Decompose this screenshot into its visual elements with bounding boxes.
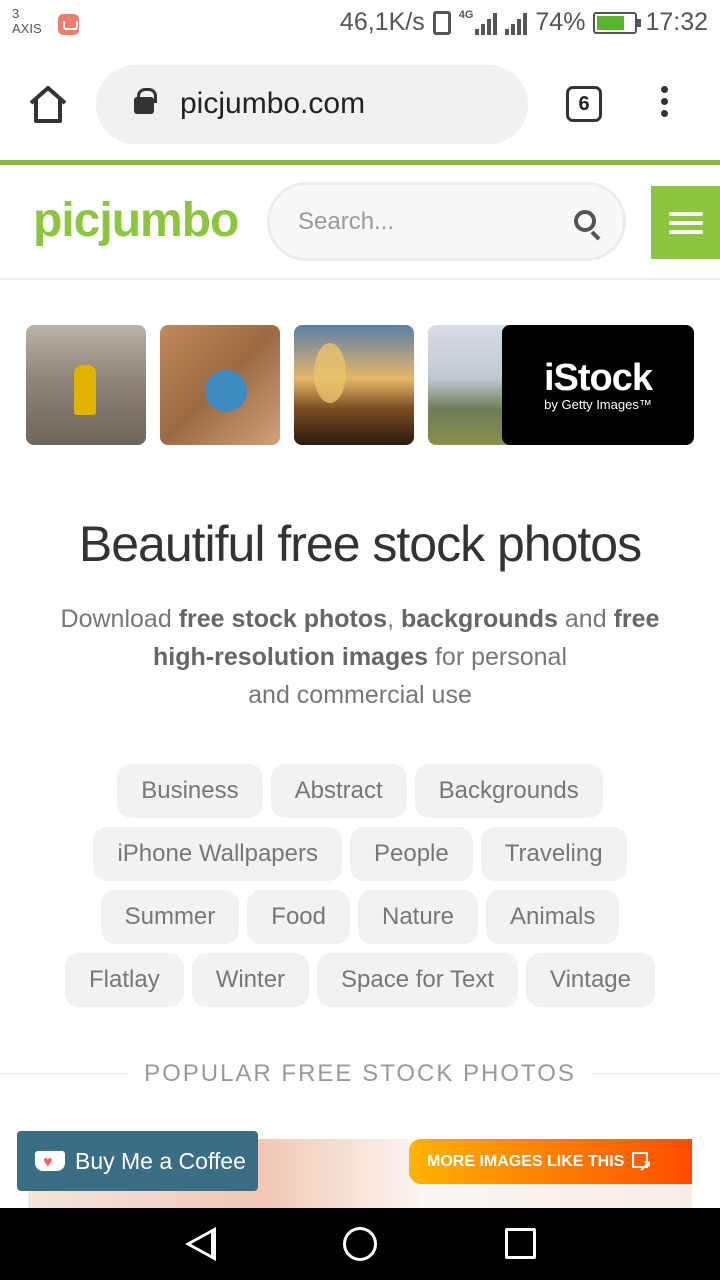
tag-abstract[interactable]: Abstract (270, 764, 407, 818)
tag-summer[interactable]: Summer (100, 890, 240, 944)
hero-link-backgrounds: backgrounds (400, 605, 558, 633)
carrier-number: 3 (12, 6, 20, 21)
browser-menu-button[interactable] (652, 86, 676, 122)
hamburger-menu-button[interactable] (651, 186, 720, 259)
network-type: 4G (458, 8, 474, 21)
tab-switcher-button[interactable]: 6 (566, 86, 602, 122)
tag-business[interactable]: Business (117, 764, 263, 818)
vibrate-icon (432, 10, 451, 35)
coffee-label: Buy Me a Coffee (75, 1148, 246, 1174)
more-images-label: MORE IMAGES LIKE THIS (427, 1153, 625, 1170)
tag-food[interactable]: Food (247, 890, 350, 944)
hero-description: Download free stock photos, backgrounds … (60, 605, 660, 709)
tag-backgrounds[interactable]: Backgrounds (414, 764, 603, 818)
search-box[interactable] (267, 182, 626, 261)
carrier-name: AXIS (12, 21, 42, 36)
status-bar: 3 AXIS 46,1K/s 4G 74% 17:32 (0, 0, 720, 50)
site-logo[interactable]: picjumbo (33, 193, 239, 248)
home-circle-icon[interactable] (343, 1227, 377, 1261)
recents-square-icon[interactable] (505, 1228, 536, 1259)
status-indicators: 46,1K/s 4G 74% 17:32 (340, 8, 708, 37)
more-images-button[interactable]: MORE IMAGES LIKE THIS (409, 1139, 692, 1190)
istock-ad-banner[interactable]: iStock by Getty Images™ (502, 325, 694, 445)
url-text: picjumbo.com (180, 87, 366, 120)
menu-icon (668, 212, 703, 216)
search-input[interactable] (298, 205, 558, 239)
signal-icon (475, 11, 498, 35)
ad-thumbnail-window[interactable] (294, 325, 414, 445)
more-vert-icon (660, 86, 668, 93)
tag-people[interactable]: People (350, 827, 473, 881)
network-speed: 46,1K/s (339, 8, 425, 36)
battery-icon (593, 11, 642, 34)
lock-icon (134, 88, 157, 114)
search-icon[interactable] (574, 210, 596, 232)
tag-animals[interactable]: Animals (486, 890, 620, 944)
tag-iphone-wallpapers[interactable]: iPhone Wallpapers (93, 827, 342, 881)
hero-link-free-stock-photos: free stock photos (178, 605, 388, 633)
ad-thumbnail-flatlay[interactable] (160, 325, 280, 445)
buy-me-a-coffee-button[interactable]: Buy Me a Coffee (17, 1131, 258, 1193)
back-icon[interactable] (185, 1227, 216, 1261)
site-header: picjumbo (0, 165, 720, 280)
home-icon (29, 86, 67, 123)
battery-percent: 74% (535, 8, 586, 36)
istock-subtitle: by Getty Images™ (544, 397, 652, 412)
coffee-cup-icon (35, 1133, 65, 1193)
tag-vintage[interactable]: Vintage (526, 953, 655, 1007)
ad-thumbnail-street[interactable] (26, 325, 146, 445)
clock: 17:32 (645, 8, 708, 36)
browser-toolbar: picjumbo.com 6 (0, 50, 720, 160)
address-bar[interactable]: picjumbo.com (96, 65, 528, 144)
popular-heading: POPULAR FREE STOCK PHOTOS (0, 1060, 720, 1088)
home-button[interactable] (26, 83, 70, 127)
tag-nature[interactable]: Nature (357, 890, 479, 944)
android-nav-bar (0, 1208, 720, 1280)
tag-space-for-text[interactable]: Space for Text (317, 953, 519, 1007)
istock-logo: iStock (543, 357, 653, 399)
tag-winter[interactable]: Winter (191, 953, 310, 1007)
tag-flatlay[interactable]: Flatlay (65, 953, 184, 1007)
hero-title: Beautiful free stock photos (78, 516, 642, 572)
carrier-label: 3 AXIS (12, 6, 42, 36)
notification-app-icon (58, 14, 79, 35)
external-link-icon (632, 1145, 652, 1190)
signal-icon-2 (505, 11, 528, 35)
tag-traveling[interactable]: Traveling (480, 827, 627, 881)
category-tags: Business Abstract Backgrounds iPhone Wal… (40, 764, 680, 1016)
